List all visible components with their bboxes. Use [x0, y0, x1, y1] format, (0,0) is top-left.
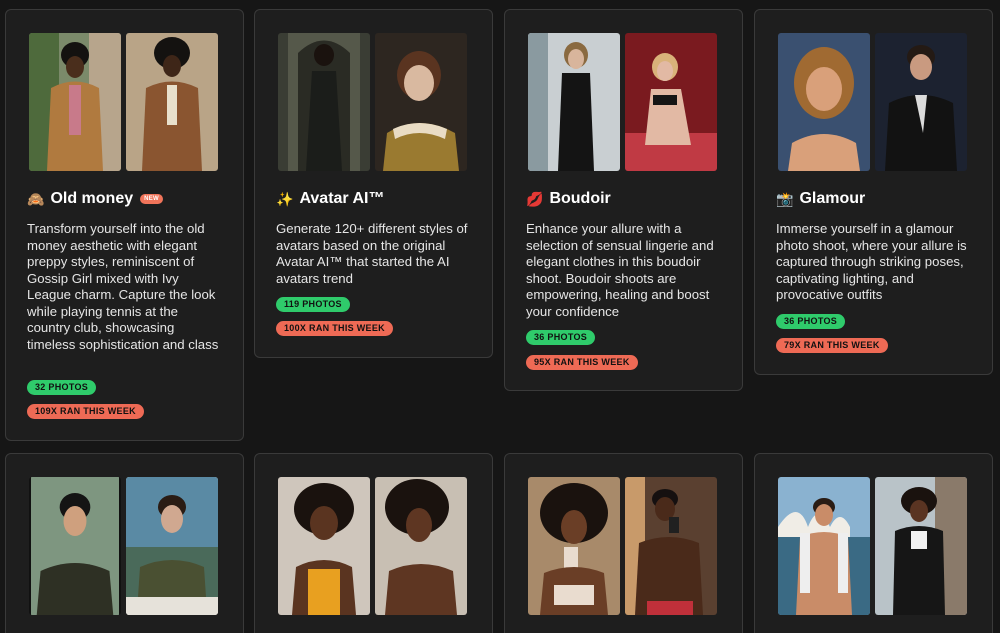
photos-count-badge: 36 PHOTOS [526, 330, 596, 345]
photo-thumbnail [625, 33, 717, 171]
preset-card[interactable] [754, 453, 993, 633]
ran-this-week-badge: 79X RAN THIS WEEK [776, 338, 888, 353]
preset-title-text: Boudoir [549, 190, 611, 207]
preset-card[interactable] [504, 453, 743, 633]
ran-this-week-badge: 95X RAN THIS WEEK [526, 355, 638, 370]
photos-count-badge: 36 PHOTOS [776, 314, 846, 329]
new-badge: NEW [140, 194, 164, 204]
photo-thumbnail [29, 477, 121, 615]
preset-title-text: Avatar AI™ [299, 190, 385, 207]
camera-flash-icon: 📸 [776, 190, 794, 207]
photo-thumbnail [278, 477, 370, 615]
preset-description: Transform yourself into the old money ae… [27, 221, 219, 352]
preset-title: ✨ Avatar AI™ [276, 190, 385, 208]
photo-thumbnail [528, 477, 620, 615]
photo-thumbnail [528, 33, 620, 171]
preset-description: Immerse yourself in a glamour photo shoo… [776, 221, 967, 302]
kiss-mark-icon: 💋 [526, 190, 544, 207]
preset-card-boudoir[interactable]: 💋 Boudoir Enhance your allure with a sel… [504, 9, 743, 391]
ran-this-week-badge: 100X RAN THIS WEEK [276, 321, 393, 336]
preset-card-avatar-ai[interactable]: ✨ Avatar AI™ Generate 120+ different sty… [254, 9, 493, 358]
photo-thumbnail [126, 33, 218, 171]
photo-thumbnail [625, 477, 717, 615]
photos-count-badge: 119 PHOTOS [276, 297, 350, 312]
photo-thumbnail [29, 33, 121, 171]
see-no-evil-icon: 🙈 [27, 190, 45, 207]
preset-card[interactable] [254, 453, 493, 633]
preset-card-glamour[interactable]: 📸 Glamour Immerse yourself in a glamour … [754, 9, 993, 375]
photo-thumbnail [875, 33, 967, 171]
preset-title-text: Old money [50, 190, 134, 207]
sparkles-icon: ✨ [276, 190, 294, 207]
photo-thumbnail [778, 477, 870, 615]
preset-title: 🙈 Old money NEW [27, 190, 164, 208]
photo-thumbnail [126, 477, 218, 615]
photo-thumbnail [375, 33, 467, 171]
photo-thumbnail [778, 33, 870, 171]
preset-title-text: Glamour [799, 190, 866, 207]
preset-description: Generate 120+ different styles of avatar… [276, 221, 468, 286]
preset-description: Enhance your allure with a selection of … [526, 221, 714, 319]
preset-title: 📸 Glamour [776, 190, 865, 208]
preset-card[interactable] [5, 453, 244, 633]
ran-this-week-badge: 109X RAN THIS WEEK [27, 404, 144, 419]
photo-thumbnail [278, 33, 370, 171]
photo-thumbnail [375, 477, 467, 615]
photos-count-badge: 32 PHOTOS [27, 380, 97, 395]
photo-thumbnail [875, 477, 967, 615]
preset-title: 💋 Boudoir [526, 190, 611, 208]
preset-card-old-money[interactable]: 🙈 Old money NEW Transform yourself into … [5, 9, 244, 441]
preset-grid: 🙈 Old money NEW Transform yourself into … [0, 0, 1000, 633]
